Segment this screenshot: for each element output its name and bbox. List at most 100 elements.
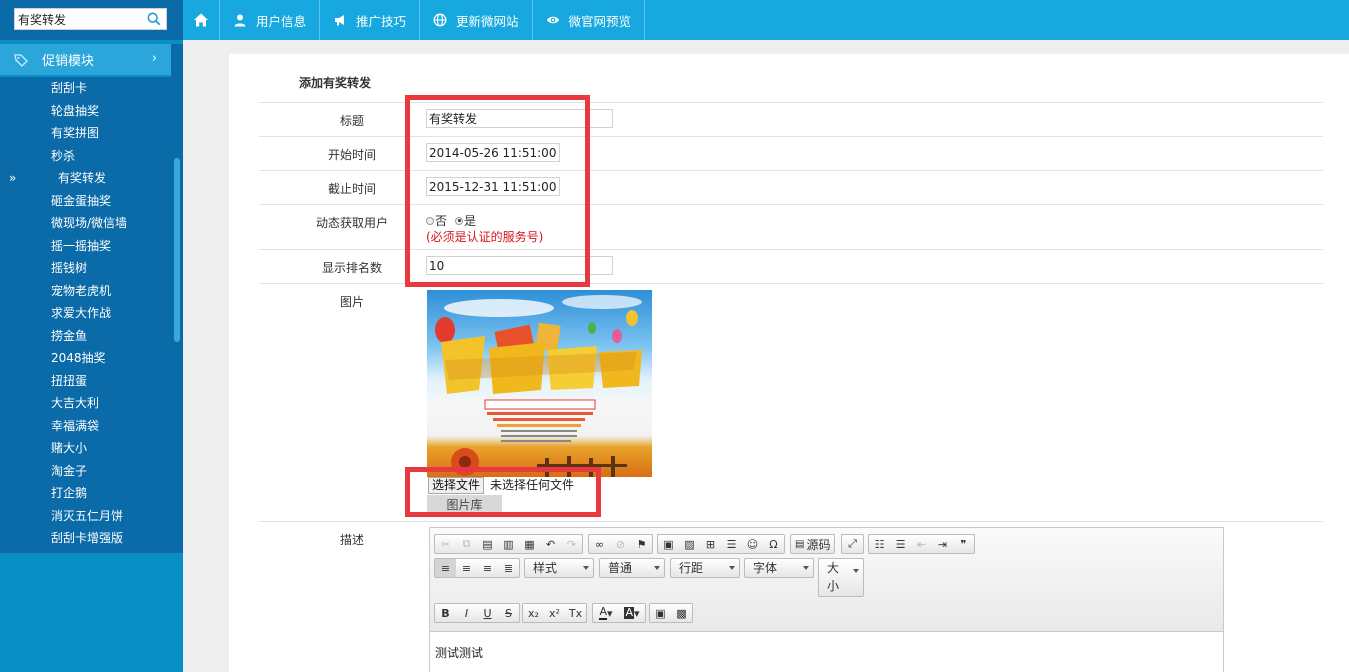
sidebar-item-scratch-card-plus[interactable]: 刮刮卡增强版 bbox=[0, 527, 171, 550]
sidebar-item-mooncake[interactable]: 消灭五仁月饼 bbox=[0, 505, 171, 528]
sidebar-item-dice[interactable]: 赌大小 bbox=[0, 437, 171, 460]
cut-icon[interactable]: ✂ bbox=[435, 535, 456, 553]
copy-icon[interactable]: ⧉ bbox=[456, 535, 477, 553]
chevron-down-icon bbox=[654, 566, 660, 570]
maximize-icon[interactable]: ⤢ bbox=[842, 535, 863, 553]
line-height-select-label: 行距 bbox=[679, 561, 704, 575]
smiley-icon[interactable]: ☺ bbox=[742, 535, 763, 553]
flash-icon[interactable]: ▨ bbox=[679, 535, 700, 553]
page-title: 添加有奖转发 bbox=[299, 76, 372, 90]
sidebar-item-label: 幸福满袋 bbox=[51, 418, 100, 433]
underline-icon[interactable]: U bbox=[477, 604, 498, 622]
sidebar-item-goldfish[interactable]: 捞金鱼 bbox=[0, 325, 171, 348]
sidebar-item-pet-slot[interactable]: 宠物老虎机 bbox=[0, 280, 171, 303]
sidebar-item-live-wall[interactable]: 微现场/微信墙 bbox=[0, 212, 171, 235]
link-icon[interactable]: ∞ bbox=[589, 535, 610, 553]
paste-word-icon[interactable]: ▦ bbox=[519, 535, 540, 553]
sidebar-item-golden-egg[interactable]: 砸金蛋抽奖 bbox=[0, 190, 171, 213]
superscript-icon[interactable]: x² bbox=[544, 604, 565, 622]
sidebar-item-label: 轮盘抽奖 bbox=[51, 103, 100, 118]
nav-promotion-tips[interactable]: 推广技巧 bbox=[320, 0, 421, 40]
sidebar-item-puzzle[interactable]: 有奖拼图 bbox=[0, 122, 171, 145]
paste-text-icon[interactable]: ▥ bbox=[498, 535, 519, 553]
sidebar-item-label: 打企鹅 bbox=[51, 486, 88, 500]
description-label: 描述 bbox=[339, 533, 364, 547]
bg-color-icon[interactable]: A ▾ bbox=[619, 604, 645, 622]
blockquote-icon[interactable]: ❞ bbox=[953, 535, 974, 553]
sidebar-item-wheel-lottery[interactable]: 轮盘抽奖 bbox=[0, 100, 171, 123]
numbered-list-icon[interactable]: ☷ bbox=[869, 535, 890, 553]
strikethrough-icon[interactable]: S bbox=[498, 604, 519, 622]
sidebar-item-label: 宠物老虎机 bbox=[51, 283, 112, 298]
image-icon[interactable]: ▣ bbox=[658, 535, 679, 553]
subscript-icon[interactable]: x₂ bbox=[523, 604, 544, 622]
sidebar-item-shake-lottery[interactable]: 摇一摇抽奖 bbox=[0, 235, 171, 258]
undo-icon[interactable]: ↶ bbox=[540, 535, 561, 553]
sidebar-item-happy-bag[interactable]: 幸福满袋 bbox=[0, 415, 171, 438]
size-select[interactable]: 大 小 bbox=[818, 558, 864, 597]
sidebar-scrollbar[interactable] bbox=[171, 44, 183, 553]
unlink-icon[interactable]: ⊘ bbox=[610, 535, 631, 553]
home-icon bbox=[194, 13, 208, 27]
align-right-icon[interactable]: ≡ bbox=[477, 559, 498, 577]
toolbar-group-text-style: B I U S bbox=[434, 603, 520, 623]
nav-site-preview-label: 微官网预览 bbox=[568, 13, 632, 29]
sidebar-item-money-tree[interactable]: 摇钱树 bbox=[0, 257, 171, 280]
size-select-label-2: 小 bbox=[827, 579, 840, 593]
sidebar-item-hit-penguin[interactable]: 打企鹅 bbox=[0, 482, 171, 505]
horizontal-rule-icon[interactable]: ☰ bbox=[721, 535, 742, 553]
paste-icon[interactable]: ▤ bbox=[477, 535, 498, 553]
nav-update-site[interactable]: 更新微网站 bbox=[420, 0, 533, 40]
redo-icon[interactable]: ↷ bbox=[561, 535, 582, 553]
sidebar-scrollbar-thumb[interactable] bbox=[174, 158, 180, 342]
special-char-icon[interactable]: Ω bbox=[763, 535, 784, 553]
sidebar-item-gashapon[interactable]: 扭扭蛋 bbox=[0, 370, 171, 393]
align-center-icon[interactable]: ≡ bbox=[456, 559, 477, 577]
chevron-down-icon bbox=[583, 566, 589, 570]
format-select[interactable]: 普通 bbox=[599, 558, 665, 578]
table-icon[interactable]: ⊞ bbox=[700, 535, 721, 553]
sidebar-item-love-battle[interactable]: 求爱大作战 bbox=[0, 302, 171, 325]
sidebar-item-flash-sale[interactable]: 秒杀 bbox=[0, 145, 171, 168]
poster-image bbox=[427, 290, 652, 477]
toolbar-group-media: ▣ ▩ bbox=[649, 603, 693, 623]
size-select-label-1: 大 bbox=[827, 561, 840, 575]
font-select[interactable]: 字体 bbox=[744, 558, 814, 578]
search-input[interactable] bbox=[15, 9, 139, 29]
align-left-icon[interactable]: ≡ bbox=[435, 559, 456, 577]
line-height-select[interactable]: 行距 bbox=[670, 558, 740, 578]
nav-site-preview[interactable]: 微官网预览 bbox=[533, 0, 646, 40]
qr-code-icon[interactable]: ▩ bbox=[671, 604, 692, 622]
insert-image-icon[interactable]: ▣ bbox=[650, 604, 671, 622]
source-button[interactable]: ▤ 源码 bbox=[790, 534, 836, 554]
nav-user-info[interactable]: 用户信息 bbox=[220, 0, 321, 40]
sidebar-item-good-luck[interactable]: 大吉大利 bbox=[0, 392, 171, 415]
active-arrow-icon: » bbox=[9, 171, 17, 185]
module-header-promotion[interactable]: 促销模块 › bbox=[0, 44, 171, 75]
align-justify-icon[interactable]: ≣ bbox=[498, 559, 519, 577]
search-icon[interactable] bbox=[147, 12, 161, 26]
bold-icon[interactable]: B bbox=[435, 604, 456, 622]
bulleted-list-icon[interactable]: ☰ bbox=[890, 535, 911, 553]
indent-icon[interactable]: ⇥ bbox=[932, 535, 953, 553]
style-select[interactable]: 样式 bbox=[524, 558, 594, 578]
italic-icon[interactable]: I bbox=[456, 604, 477, 622]
sidebar-item-gold-rush[interactable]: 淘金子 bbox=[0, 460, 171, 483]
remove-format-icon[interactable]: Tx bbox=[565, 604, 586, 622]
text-color-icon[interactable]: A ▾ bbox=[593, 604, 619, 622]
editor-content[interactable]: 测试测试 bbox=[430, 631, 1223, 672]
anchor-flag-icon[interactable]: ⚑ bbox=[631, 535, 652, 553]
toolbar-group-clipboard: ✂ ⧉ ▤ ▥ ▦ ↶ ↷ bbox=[434, 534, 583, 554]
editor-toolbar: ✂ ⧉ ▤ ▥ ▦ ↶ ↷ ∞ ⊘ ⚑ ▣ ▨ ⊞ ☰ ☺ Ω ▤ 源码 ⤢ ☷… bbox=[430, 528, 1223, 631]
toolbar-group-links: ∞ ⊘ ⚑ bbox=[588, 534, 653, 554]
sidebar-item-label: 捞金鱼 bbox=[51, 328, 88, 343]
source-label: 源码 bbox=[806, 537, 831, 552]
sidebar-item-reward-share[interactable]: » 有奖转发 bbox=[0, 167, 171, 190]
outdent-icon[interactable]: ⇤ bbox=[911, 535, 932, 553]
main-content: 添加有奖转发 标题 开始时间 截止时间 动态获取用户 否 是 (必须是认证的服务… bbox=[229, 54, 1349, 672]
sidebar-item-2048[interactable]: 2048抽奖 bbox=[0, 347, 171, 370]
nav-home[interactable] bbox=[183, 0, 220, 40]
sidebar-item-label: 有奖转发 bbox=[58, 171, 107, 185]
sidebar-item-scratch-card[interactable]: 刮刮卡 bbox=[0, 77, 171, 100]
toolbar-group-lists: ☷ ☰ ⇤ ⇥ ❞ bbox=[868, 534, 975, 554]
